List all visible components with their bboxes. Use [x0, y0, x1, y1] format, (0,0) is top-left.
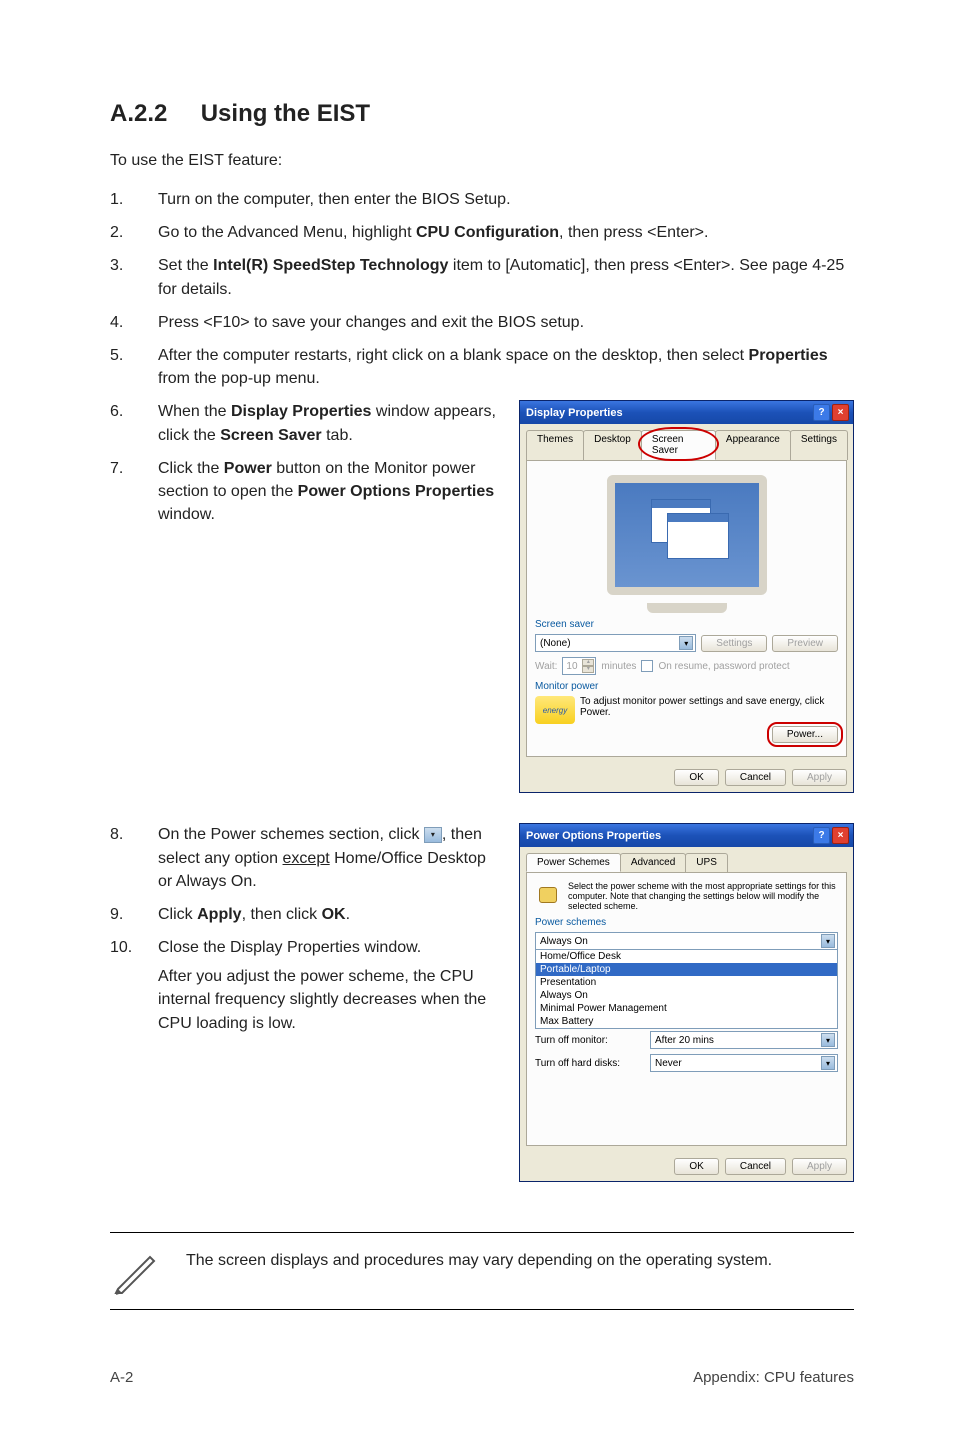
power-button[interactable]: Power...: [772, 726, 838, 743]
settings-button[interactable]: Settings: [701, 635, 767, 652]
tab-ups[interactable]: UPS: [685, 853, 728, 872]
tab-strip: Themes Desktop Screen Saver Appearance S…: [520, 424, 853, 460]
wait-spinner[interactable]: 10 ▴▾: [562, 657, 596, 675]
cancel-button[interactable]: Cancel: [725, 769, 786, 786]
power-scheme-options[interactable]: Home/Office Desk Portable/Laptop Present…: [535, 950, 838, 1029]
help-button[interactable]: ?: [813, 404, 830, 421]
section-label: Appendix: CPU features: [693, 1369, 854, 1386]
tab-appearance[interactable]: Appearance: [715, 430, 791, 460]
plug-icon: [535, 881, 563, 909]
tab-screensaver[interactable]: Screen Saver: [641, 430, 716, 460]
tab-power-schemes[interactable]: Power Schemes: [526, 853, 621, 872]
chevron-down-icon: ▾: [679, 636, 693, 650]
section-number: A.2.2: [110, 100, 167, 127]
step-9: 9. Click Apply, then click OK.: [110, 903, 499, 926]
turn-off-monitor-select[interactable]: After 20 mins ▾: [650, 1031, 838, 1049]
monitor-preview: [607, 475, 767, 595]
dialog-title: Display Properties: [526, 407, 623, 419]
chevron-down-icon: ▾: [821, 934, 835, 948]
tab-settings[interactable]: Settings: [790, 430, 848, 460]
power-scheme-select[interactable]: Always On ▾: [535, 932, 838, 950]
display-properties-dialog: Display Properties ? × Themes Desktop Sc…: [519, 400, 854, 793]
step-10: 10. Close the Display Properties window.…: [110, 936, 499, 1035]
page-number: A-2: [110, 1369, 133, 1386]
chevron-down-icon: ▾: [424, 827, 442, 843]
energy-star-icon: energy: [535, 696, 575, 724]
close-button[interactable]: ×: [832, 404, 849, 421]
close-button[interactable]: ×: [832, 827, 849, 844]
power-options-dialog: Power Options Properties ? × Power Schem…: [519, 823, 854, 1182]
note-text: The screen displays and procedures may v…: [186, 1245, 772, 1272]
step-8: 8. On the Power schemes section, click ▾…: [110, 823, 499, 893]
step-1: 1. Turn on the computer, then enter the …: [110, 188, 854, 211]
section-title-text: Using the EIST: [201, 100, 370, 127]
tab-themes[interactable]: Themes: [526, 430, 584, 460]
chevron-down-icon: ▾: [821, 1033, 835, 1047]
turn-off-hd-select[interactable]: Never ▾: [650, 1054, 838, 1072]
page-footer: A-2 Appendix: CPU features: [110, 1369, 854, 1386]
resume-checkbox[interactable]: [641, 660, 653, 672]
power-schemes-group-label: Power schemes: [535, 917, 838, 928]
step-3: 3. Set the Intel(R) SpeedStep Technology…: [110, 254, 854, 300]
step-5: 5. After the computer restarts, right cl…: [110, 344, 854, 390]
preview-button[interactable]: Preview: [772, 635, 838, 652]
step-2: 2. Go to the Advanced Menu, highlight CP…: [110, 221, 854, 244]
ok-button[interactable]: OK: [674, 1158, 718, 1175]
tab-desktop[interactable]: Desktop: [583, 430, 642, 460]
step-4: 4. Press <F10> to save your changes and …: [110, 311, 854, 334]
cancel-button[interactable]: Cancel: [725, 1158, 786, 1175]
step-6: 6. When the Display Properties window ap…: [110, 400, 499, 446]
dialog-title: Power Options Properties: [526, 830, 661, 842]
screensaver-group-label: Screen saver: [535, 619, 838, 630]
screensaver-select[interactable]: (None) ▾: [535, 634, 696, 652]
step-7: 7. Click the Power button on the Monitor…: [110, 457, 499, 527]
apply-button[interactable]: Apply: [792, 769, 847, 786]
procedure-list: 1. Turn on the computer, then enter the …: [110, 188, 854, 390]
tab-advanced[interactable]: Advanced: [620, 853, 686, 872]
dialog-titlebar: Display Properties ? ×: [520, 401, 853, 424]
help-button[interactable]: ?: [813, 827, 830, 844]
section-heading: A.2.2 Using the EIST: [110, 100, 854, 128]
intro-text: To use the EIST feature:: [110, 152, 854, 170]
ok-button[interactable]: OK: [674, 769, 718, 786]
note-pencil-icon: [110, 1245, 162, 1297]
apply-button[interactable]: Apply: [792, 1158, 847, 1175]
monitor-power-group-label: Monitor power: [535, 681, 838, 692]
dialog-titlebar: Power Options Properties ? ×: [520, 824, 853, 847]
chevron-down-icon: ▾: [821, 1056, 835, 1070]
note-callout: The screen displays and procedures may v…: [110, 1232, 854, 1310]
